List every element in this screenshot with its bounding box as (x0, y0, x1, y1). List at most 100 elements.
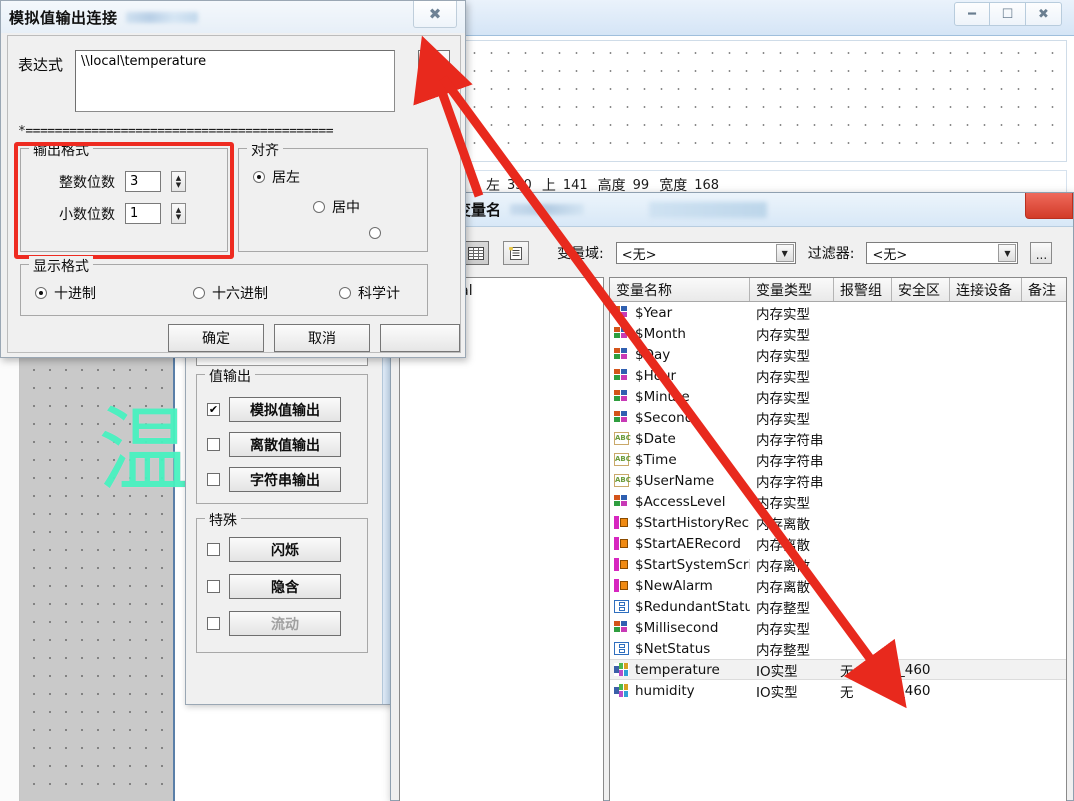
output-format-group: 输出格式 整数位数 3 ▲ ▼ 小数位数 1 ▲ ▼ (20, 140, 228, 252)
cell-variable-type: 内存实型 (756, 327, 810, 344)
chevron-down-icon-2[interactable]: ▼ (998, 244, 1017, 262)
align-left-option[interactable]: 居左 (253, 167, 300, 187)
editor-titlebar: ━ ☐ ✖ (390, 0, 1074, 36)
variable-grid[interactable]: 变量名称 变量类型 报警组 安全区 连接设备 备注 $Year 内存实型 $Mont… (609, 277, 1067, 801)
decimal-digits-row: 小数位数 1 ▲ ▼ (59, 203, 186, 224)
value-output-group-title: 值输出 (205, 366, 255, 386)
cell-variable-name: $NewAlarm (610, 578, 750, 594)
table-row[interactable]: ABC $UserName 内存字符串 (610, 470, 1066, 491)
table-row[interactable]: $Minute 内存实型 (610, 386, 1066, 407)
col-header-note[interactable]: 备注 (1022, 278, 1066, 301)
real-type-icon (614, 390, 629, 403)
filter-more-button[interactable]: ... (1030, 242, 1053, 264)
analog-cancel-button[interactable]: 取消 (274, 324, 370, 352)
align-right-radio[interactable] (369, 227, 381, 239)
hidden-checkbox[interactable] (207, 580, 220, 593)
status-left-value: 330 (507, 177, 532, 193)
table-row[interactable]: $Second 内存实型 (610, 407, 1066, 428)
chevron-down-icon[interactable]: ▼ (775, 244, 794, 262)
hidden-row[interactable]: 隐含 (207, 574, 341, 599)
expression-input[interactable]: \\local\temperature (75, 50, 396, 112)
col-header-zone[interactable]: 安全区 (892, 278, 950, 301)
string-output-row[interactable]: 字符串输出 (207, 467, 341, 492)
minimize-icon[interactable]: ━ (954, 2, 990, 26)
decimal-digits-input[interactable]: 1 (125, 203, 161, 224)
hex-format-label: 十六进制 (212, 286, 268, 302)
close-icon[interactable] (1025, 193, 1073, 219)
table-row[interactable]: $Year 内存实型 (610, 302, 1066, 323)
discrete-output-checkbox[interactable] (207, 438, 220, 451)
expression-label: 表达式 (18, 56, 64, 74)
hidden-button[interactable]: 隐含 (229, 574, 341, 599)
table-row[interactable]: $Day 内存实型 (610, 344, 1066, 365)
table-row[interactable]: $RedundantStatus 内存整型 (610, 596, 1066, 617)
cell-variable-name: $RedundantStatus (610, 599, 750, 615)
align-center-radio[interactable] (313, 201, 325, 213)
table-row[interactable]: $AccessLevel 内存实型 (610, 491, 1066, 512)
blink-checkbox[interactable] (207, 543, 220, 556)
analog-output-row[interactable]: ✔ 模拟值输出 (207, 397, 341, 422)
align-center-option[interactable]: 居中 (313, 197, 360, 217)
object-property-panel: 值输出 ✔ 模拟值输出 离散值输出 字符串输出 特殊 闪烁 隐含 流动 (185, 345, 395, 705)
col-header-type[interactable]: 变量类型 (750, 278, 834, 301)
hex-format-option[interactable]: 十六进制 (193, 283, 268, 303)
discrete-output-row[interactable]: 离散值输出 (207, 432, 341, 457)
domain-select[interactable]: <无> ▼ (615, 242, 796, 264)
table-row[interactable]: $Hour 内存实型 (610, 365, 1066, 386)
string-output-checkbox[interactable] (207, 473, 220, 486)
analog-dialog-titlebar: 模拟值输出连接 ✖ (1, 1, 465, 33)
cell-alarm-group: 无 (840, 663, 854, 680)
col-header-alarm[interactable]: 报警组 (834, 278, 892, 301)
discrete-type-icon (614, 537, 629, 550)
col-header-device[interactable]: 连接设备 (950, 278, 1022, 301)
value-output-group: 值输出 ✔ 模拟值输出 离散值输出 字符串输出 (196, 366, 368, 504)
table-row[interactable]: $StartAERecord 内存离散 (610, 533, 1066, 554)
filter-select[interactable]: <无> ▼ (866, 242, 1019, 264)
table-row[interactable]: $Millisecond 内存实型 (610, 617, 1066, 638)
table-row[interactable]: ABC $Time 内存字符串 (610, 449, 1066, 470)
blink-row[interactable]: 闪烁 (207, 537, 341, 562)
decimal-digits-stepper[interactable]: ▲ ▼ (171, 203, 186, 224)
analog-extra-button[interactable] (380, 324, 460, 352)
table-row[interactable]: $NetStatus 内存整型 (610, 638, 1066, 659)
analog-output-button[interactable]: 模拟值输出 (229, 397, 341, 422)
properties-icon[interactable] (503, 241, 529, 265)
table-row[interactable]: $Month 内存实型 (610, 323, 1066, 344)
cell-security-zone: _460 (898, 682, 931, 699)
cell-variable-type: 内存实型 (756, 369, 810, 386)
string-output-button[interactable]: 字符串输出 (229, 467, 341, 492)
analog-ok-button[interactable]: 确定 (168, 324, 264, 352)
close-icon[interactable]: ✖ (1026, 2, 1062, 26)
expression-help-button[interactable]: ? (418, 50, 450, 82)
cell-variable-type: 内存实型 (756, 348, 810, 365)
scientific-format-option[interactable]: 科学计 (339, 283, 400, 303)
table-row[interactable]: $NewAlarm 内存离散 (610, 575, 1066, 596)
integer-digits-stepper[interactable]: ▲ ▼ (171, 171, 186, 192)
discrete-output-button[interactable]: 离散值输出 (229, 432, 341, 457)
hex-format-radio[interactable] (193, 287, 205, 299)
integer-digits-input[interactable]: 3 (125, 171, 161, 192)
maximize-icon[interactable]: ☐ (990, 2, 1026, 26)
cell-variable-name: ABC $UserName (610, 473, 750, 489)
align-left-radio[interactable] (253, 171, 265, 183)
scientific-format-label: 科学计 (358, 286, 400, 302)
blink-button[interactable]: 闪烁 (229, 537, 341, 562)
close-icon[interactable]: ✖ (413, 1, 457, 28)
table-row[interactable]: ABC $Date 内存字符串 (610, 428, 1066, 449)
grid-view-icon[interactable] (463, 241, 489, 265)
decimal-format-label: 十进制 (54, 286, 96, 302)
variable-name-text: humidity (635, 682, 695, 699)
table-row[interactable]: temperature IO实型 无 _460 (610, 659, 1066, 680)
table-row[interactable]: $StartSystemScripts 内存离散 (610, 554, 1066, 575)
decimal-format-option[interactable]: 十进制 (35, 283, 96, 303)
table-row[interactable]: $StartHistoryRecord 内存离散 (610, 512, 1066, 533)
align-right-option[interactable] (369, 227, 388, 239)
properties-glyph (509, 246, 522, 260)
scientific-format-radio[interactable] (339, 287, 351, 299)
analog-output-checkbox[interactable]: ✔ (207, 403, 220, 416)
table-row[interactable]: humidity IO实型 无 _460 (610, 680, 1066, 701)
decimal-format-radio[interactable] (35, 287, 47, 299)
editor-canvas-grid[interactable] (398, 44, 1058, 158)
cell-variable-type: IO实型 (756, 663, 798, 680)
col-header-name[interactable]: 变量名称 (610, 278, 750, 301)
